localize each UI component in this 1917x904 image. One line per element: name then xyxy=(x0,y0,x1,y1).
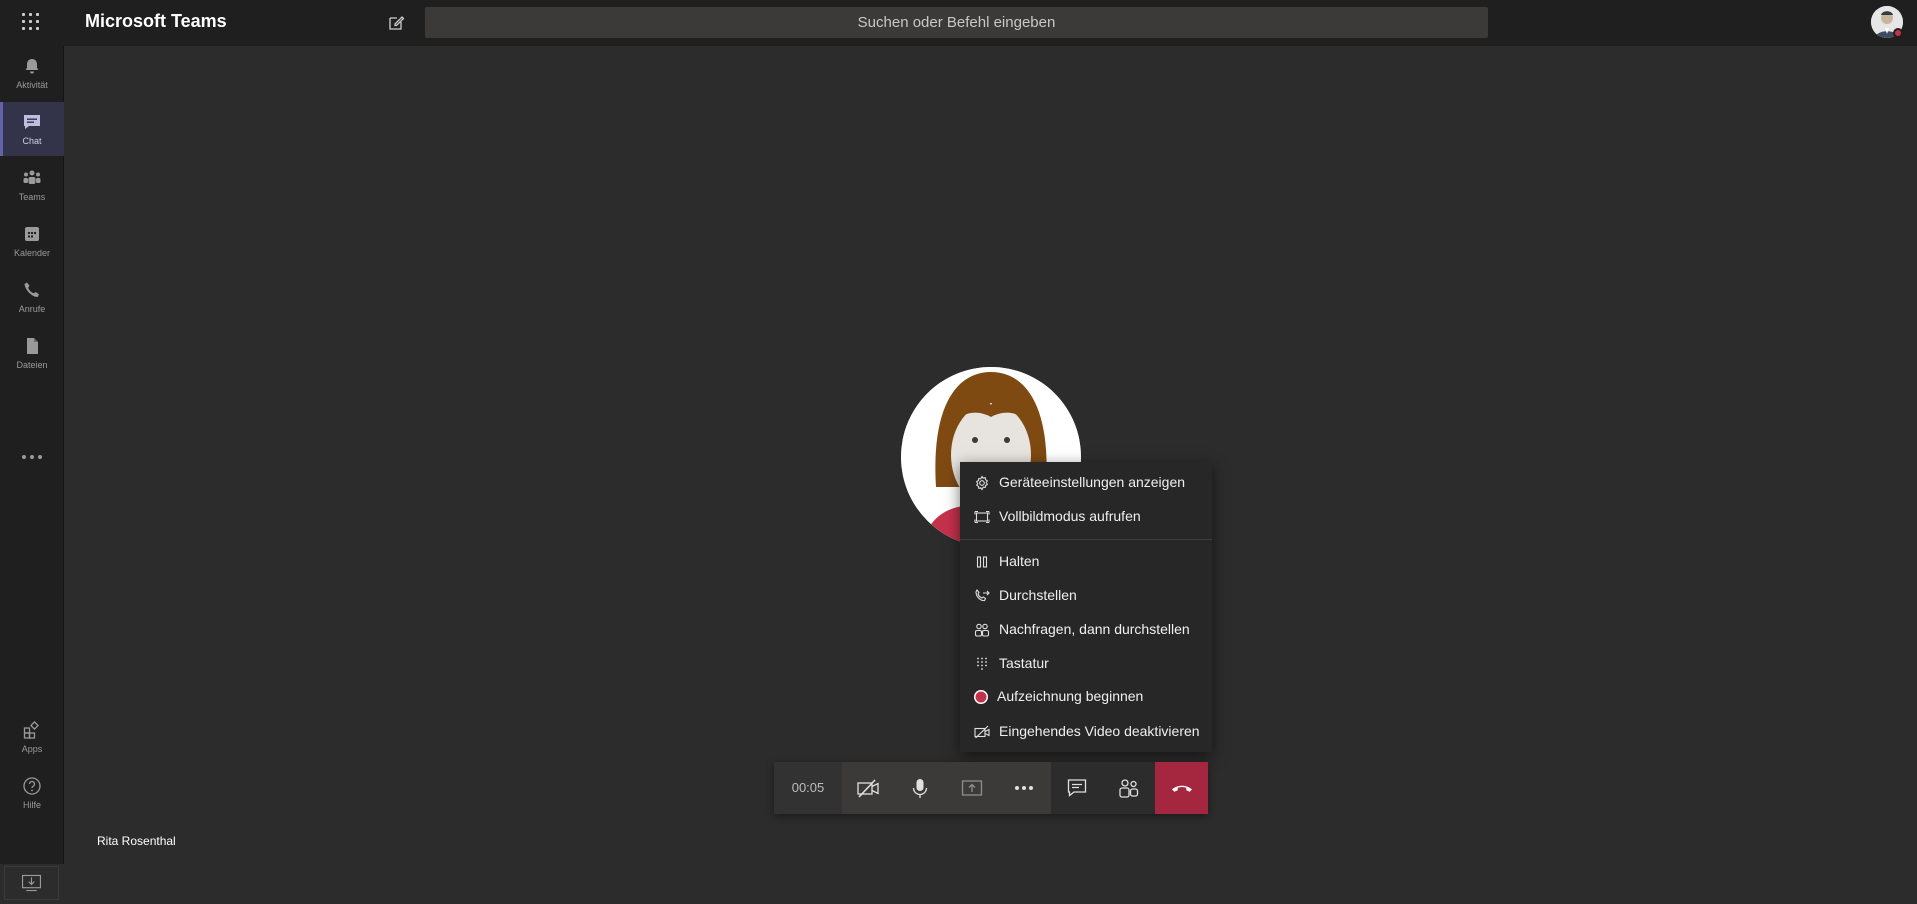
apps-icon xyxy=(22,720,42,740)
presence-busy-badge xyxy=(1893,28,1903,38)
call-control-bar: 00:05 xyxy=(774,762,1208,814)
show-participants-button[interactable] xyxy=(1103,762,1155,814)
transfer-icon xyxy=(974,588,990,604)
consult-transfer-icon xyxy=(974,622,990,638)
call-timer: 00:05 xyxy=(774,762,842,814)
hang-up-button[interactable] xyxy=(1155,762,1208,814)
sidebar-item-label: Hilfe xyxy=(22,800,41,810)
help-icon xyxy=(22,776,42,796)
app-title: Microsoft Teams xyxy=(85,11,227,31)
top-bar: Microsoft Teams Suchen oder Befehl einge… xyxy=(0,0,1917,46)
file-icon xyxy=(22,336,42,356)
menu-item-label: Nachfragen, dann durchstellen xyxy=(999,621,1190,637)
more-options-menu: Geräteeinstellungen anzeigen Vollbildmod… xyxy=(960,462,1212,752)
camera-toggle-button[interactable] xyxy=(842,762,894,814)
record-icon xyxy=(973,689,989,705)
chat-icon xyxy=(22,112,42,132)
search-input[interactable]: Suchen oder Befehl eingeben xyxy=(425,7,1488,38)
sidebar-item-label: Dateien xyxy=(16,360,48,370)
menu-item-label: Halten xyxy=(999,553,1040,569)
new-chat-icon[interactable] xyxy=(387,14,405,32)
download-desktop-app-button[interactable] xyxy=(4,866,59,900)
bell-icon xyxy=(22,56,42,76)
menu-item-label: Aufzeichnung beginnen xyxy=(997,688,1144,704)
more-options-button[interactable] xyxy=(998,762,1050,814)
sidebar-item-label: Kalender xyxy=(13,248,51,258)
sidebar-item-label: Apps xyxy=(21,744,43,754)
app-bar: Aktivität Chat Teams Kalender Anrufe Dat… xyxy=(0,46,64,900)
hang-up-icon xyxy=(1172,785,1192,792)
sidebar-item-help[interactable]: Hilfe xyxy=(0,766,64,820)
camera-off-icon xyxy=(857,779,879,798)
teams-icon xyxy=(22,168,42,188)
menu-item-transfer[interactable]: Durchstellen xyxy=(960,580,1212,612)
more-apps-icon[interactable] xyxy=(20,454,44,460)
menu-divider xyxy=(960,539,1212,540)
sidebar-item-apps[interactable]: Apps xyxy=(0,710,64,764)
show-conversation-button[interactable] xyxy=(1051,762,1103,814)
video-off-icon xyxy=(974,724,990,740)
menu-item-label: Eingehendes Video deaktivieren xyxy=(999,723,1200,739)
menu-item-label: Tastatur xyxy=(999,655,1049,671)
menu-item-device-settings[interactable]: Geräteeinstellungen anzeigen xyxy=(960,467,1212,499)
chat-icon xyxy=(1067,779,1087,797)
pause-icon xyxy=(974,554,990,570)
share-screen-icon xyxy=(961,780,983,796)
calendar-icon xyxy=(22,224,42,244)
menu-item-label: Geräteeinstellungen anzeigen xyxy=(999,474,1186,490)
menu-item-hold[interactable]: Halten xyxy=(960,546,1212,578)
gear-icon xyxy=(974,475,990,491)
microphone-icon xyxy=(912,779,928,798)
menu-item-label: Vollbildmodus aufrufen xyxy=(999,508,1141,524)
menu-item-disable-incoming-video[interactable]: Eingehendes Video deaktivieren xyxy=(960,716,1212,748)
microphone-button[interactable] xyxy=(894,762,946,814)
menu-item-fullscreen[interactable]: Vollbildmodus aufrufen xyxy=(960,501,1212,533)
sidebar-item-files[interactable]: Dateien xyxy=(0,326,64,380)
sidebar-item-calls[interactable]: Anrufe xyxy=(0,270,64,324)
sidebar-item-label: Anrufe xyxy=(18,304,46,314)
sidebar-item-chat[interactable]: Chat xyxy=(0,102,64,156)
menu-item-start-recording[interactable]: Aufzeichnung beginnen xyxy=(960,681,1212,713)
menu-item-dialpad[interactable]: Tastatur xyxy=(960,648,1212,680)
participant-name: Rita Rosenthal xyxy=(97,834,176,848)
phone-icon xyxy=(22,280,42,300)
sidebar-item-activity[interactable]: Aktivität xyxy=(0,46,64,100)
app-launcher-icon[interactable] xyxy=(22,13,42,33)
dialpad-icon xyxy=(974,656,990,672)
menu-item-consult-transfer[interactable]: Nachfragen, dann durchstellen xyxy=(960,614,1212,646)
sidebar-item-calendar[interactable]: Kalender xyxy=(0,214,64,268)
more-options-icon xyxy=(1015,786,1033,790)
sidebar-item-label: Teams xyxy=(18,192,46,202)
sidebar-item-label: Aktivität xyxy=(16,80,48,90)
share-screen-button[interactable] xyxy=(946,762,998,814)
sidebar-item-teams[interactable]: Teams xyxy=(0,158,64,212)
fullscreen-icon xyxy=(974,509,990,525)
menu-item-label: Durchstellen xyxy=(999,587,1077,603)
participants-icon xyxy=(1119,779,1139,798)
sidebar-item-label: Chat xyxy=(22,136,42,146)
